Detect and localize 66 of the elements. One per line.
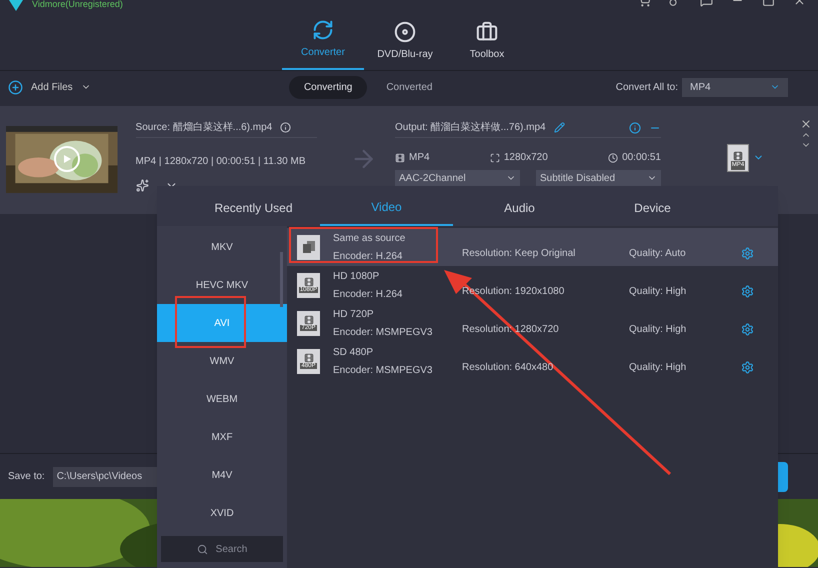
preset-name: Same as source bbox=[333, 232, 406, 246]
settings-icon[interactable] bbox=[741, 284, 754, 298]
output-resolution: 1280x720 bbox=[504, 151, 548, 165]
preset-name: HD 720P bbox=[333, 308, 375, 322]
add-files-button[interactable]: Add Files bbox=[8, 80, 91, 94]
preset-resolution: Resolution: Keep Original bbox=[462, 246, 576, 260]
film-icon bbox=[395, 152, 405, 162]
preset-resolution: Resolution: 1280x720 bbox=[462, 322, 560, 336]
toolbox-icon bbox=[476, 21, 498, 43]
disc-icon bbox=[394, 21, 416, 43]
output-format: MP4 bbox=[409, 151, 430, 165]
subtitle-dropdown[interactable]: Subtitle Disabled bbox=[536, 170, 661, 186]
preset-name: SD 480P bbox=[333, 346, 374, 360]
format-list-item[interactable]: WMV bbox=[157, 342, 287, 380]
preset-quality: Quality: High bbox=[629, 360, 688, 374]
preset-quality: Quality: Auto bbox=[629, 246, 687, 260]
search-icon bbox=[196, 544, 208, 554]
nav-tab[interactable]: Toolbox bbox=[446, 12, 528, 70]
preset-resolution: Resolution: 640x480 bbox=[462, 360, 554, 374]
segment-tab[interactable]: Converting bbox=[288, 76, 368, 98]
format-tab[interactable]: Recently Used bbox=[187, 190, 320, 226]
audio-dropdown[interactable]: AAC-2Channel bbox=[395, 170, 520, 186]
window-title: Vidmore(Unregistered) bbox=[32, 0, 123, 10]
info-icon[interactable] bbox=[629, 122, 641, 134]
clock-icon bbox=[608, 152, 618, 162]
format-list-item[interactable]: XVID bbox=[157, 494, 287, 532]
format-tab[interactable]: Audio bbox=[453, 190, 586, 226]
search-field[interactable]: Search bbox=[161, 536, 283, 562]
convert-all-dropdown[interactable]: MP4 bbox=[682, 78, 788, 96]
format-list-item[interactable]: HEVC MKV bbox=[157, 266, 287, 304]
preset-encoder: Encoder: MSMPEGV3 bbox=[333, 326, 434, 340]
preset-encoder: Encoder: H.264 bbox=[333, 250, 404, 264]
nav-tab[interactable]: Converter bbox=[282, 12, 364, 70]
segment-tab[interactable]: Converted bbox=[371, 76, 448, 98]
preset-name: HD 1080P bbox=[333, 270, 380, 284]
edit-icon[interactable] bbox=[554, 122, 565, 133]
converter-icon bbox=[312, 19, 334, 41]
format-tab[interactable]: Device bbox=[586, 190, 719, 226]
film-icon bbox=[733, 151, 743, 161]
format-tab[interactable]: Video bbox=[320, 190, 453, 226]
remove-icon[interactable] bbox=[800, 118, 812, 130]
preset-quality: Quality: High bbox=[629, 284, 688, 298]
logo-icon bbox=[8, 0, 24, 12]
format-list-item[interactable]: MKV bbox=[157, 228, 287, 266]
format-list-item[interactable]: WEBM bbox=[157, 380, 287, 418]
effect-icon[interactable] bbox=[136, 179, 149, 192]
convert-all-label: Convert All to: bbox=[616, 80, 678, 94]
preset-row[interactable]: Same as source Encoder: H.264 Resolution: Keep Original Quality: Auto bbox=[287, 228, 778, 266]
output-filename: Output: 醋溜白菜这样做...76).mp4 bbox=[395, 120, 546, 135]
settings-icon[interactable] bbox=[741, 322, 754, 336]
add-icon bbox=[8, 80, 23, 94]
info-icon[interactable] bbox=[280, 122, 292, 133]
resolution-icon bbox=[490, 152, 500, 162]
highlight-box bbox=[175, 296, 246, 348]
preset-encoder: Encoder: H.264 bbox=[333, 288, 404, 302]
preset-quality: Quality: High bbox=[629, 322, 688, 336]
source-filename: Source: 醋熘白菜这样...6).mp4 bbox=[136, 120, 272, 135]
format-list-item[interactable]: MXF bbox=[157, 418, 287, 456]
save-to-label: Save to: bbox=[8, 470, 45, 484]
settings-icon[interactable] bbox=[741, 360, 754, 374]
source-meta: MP4 | 1280x720 | 00:00:51 | 11.30 MB bbox=[136, 155, 306, 169]
nav-tab[interactable]: DVD/Blu-ray bbox=[364, 12, 446, 70]
settings-icon[interactable] bbox=[741, 246, 754, 260]
copy-icon bbox=[297, 234, 320, 260]
preset-encoder: Encoder: MSMPEGV3 bbox=[333, 364, 434, 378]
output-duration: 00:00:51 bbox=[622, 151, 661, 165]
